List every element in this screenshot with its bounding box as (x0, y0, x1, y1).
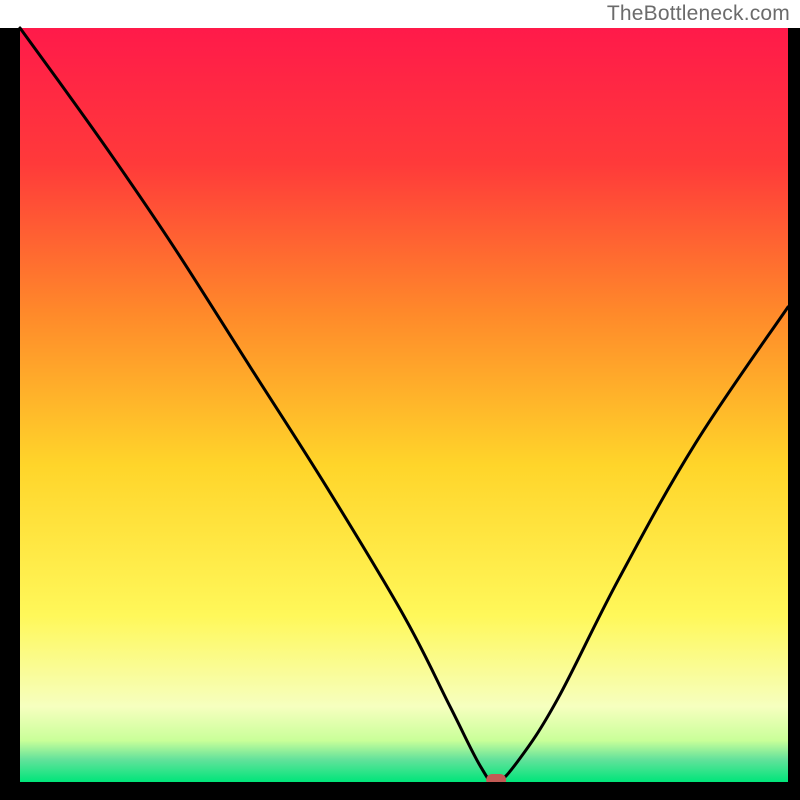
axis-frame (788, 28, 800, 800)
chart-background-gradient (20, 28, 788, 782)
chart-container: TheBottleneck.com (0, 0, 800, 800)
axis-frame (0, 28, 20, 800)
bottleneck-chart (0, 0, 800, 800)
axis-frame (0, 782, 800, 800)
brand-label: TheBottleneck.com (607, 2, 790, 26)
